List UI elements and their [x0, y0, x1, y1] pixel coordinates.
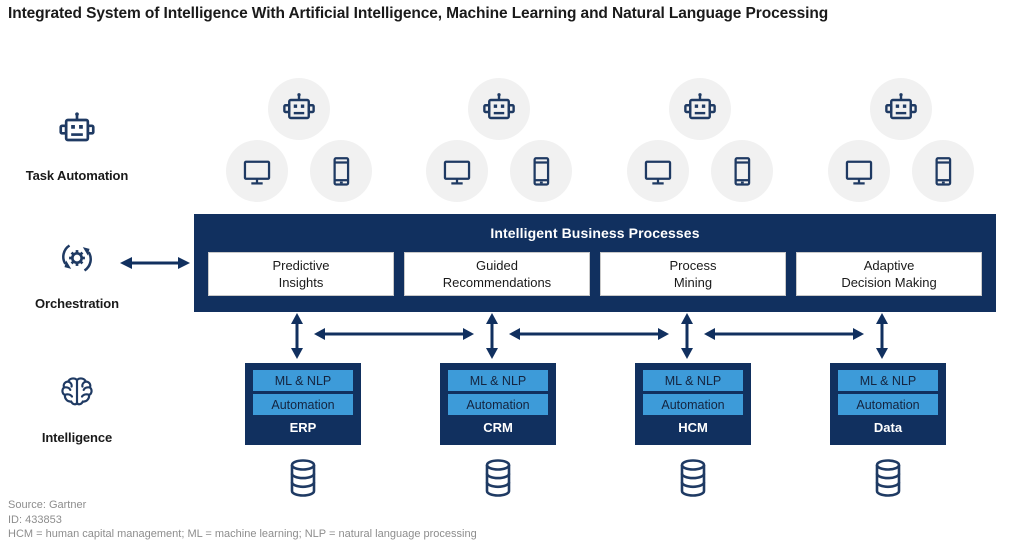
orchestration-connector-arrow	[120, 253, 190, 273]
system-name: CRM	[483, 420, 513, 435]
smartphone-icon	[510, 140, 572, 202]
robot-icon	[468, 78, 530, 140]
card-line-2: Mining	[673, 275, 713, 290]
process-card-row: Predictive Insights Guided Recommendatio…	[208, 252, 982, 296]
process-card-adaptive-decision-making[interactable]: Adaptive Decision Making	[796, 252, 982, 296]
vertical-connector-arrow	[484, 313, 500, 359]
process-card-predictive-insights[interactable]: Predictive Insights	[208, 252, 394, 296]
system-name: HCM	[678, 420, 708, 435]
row-label-orchestration: Orchestration	[0, 238, 162, 311]
system-name: ERP	[289, 420, 317, 435]
desktop-monitor-icon	[828, 140, 890, 202]
device-cluster	[820, 78, 990, 206]
vertical-connector-arrow	[874, 313, 890, 359]
chip-ml-nlp: ML & NLP	[448, 370, 548, 391]
row-label-intelligence: Intelligence	[0, 372, 162, 445]
robot-icon	[0, 110, 162, 162]
database-icon	[440, 458, 556, 498]
row-label-text: Orchestration	[35, 296, 119, 311]
intelligent-business-processes-banner: Intelligent Business Processes Predictiv…	[194, 214, 996, 312]
desktop-monitor-icon	[226, 140, 288, 202]
card-line-1: Predictive	[272, 258, 330, 273]
device-cluster	[418, 78, 588, 206]
diagram-canvas: Integrated System of Intelligence With A…	[0, 0, 1024, 547]
card-line-2: Insights	[278, 275, 324, 290]
device-cluster	[218, 78, 388, 206]
card-line-2: Decision Making	[841, 275, 937, 290]
footer-source: Source: Gartner	[8, 499, 87, 511]
smartphone-icon	[310, 140, 372, 202]
system-stack-erp[interactable]: ML & NLP Automation ERP	[245, 363, 361, 445]
desktop-monitor-icon	[426, 140, 488, 202]
card-line-1: Adaptive	[863, 258, 915, 273]
row-label-text: Intelligence	[41, 430, 113, 445]
robot-icon	[268, 78, 330, 140]
device-cluster	[619, 78, 789, 206]
footer-id: ID: 433853	[8, 513, 62, 526]
desktop-monitor-icon	[627, 140, 689, 202]
chip-automation: Automation	[253, 394, 353, 415]
banner-title: Intelligent Business Processes	[490, 225, 700, 241]
card-line-2: Recommendations	[442, 275, 552, 290]
footer: Source: Gartner ID: 433853 HCM = human c…	[8, 498, 477, 542]
robot-icon	[669, 78, 731, 140]
database-icon	[635, 458, 751, 498]
page-title: Integrated System of Intelligence With A…	[8, 5, 829, 22]
horizontal-connector-arrow	[509, 326, 669, 342]
smartphone-icon	[711, 140, 773, 202]
chip-ml-nlp: ML & NLP	[643, 370, 743, 391]
process-card-guided-recommendations[interactable]: Guided Recommendations	[404, 252, 590, 296]
vertical-connector-arrow	[679, 313, 695, 359]
system-stack-data[interactable]: ML & NLP Automation Data	[830, 363, 946, 445]
system-stack-crm[interactable]: ML & NLP Automation CRM	[440, 363, 556, 445]
database-icon	[245, 458, 361, 498]
chip-automation: Automation	[643, 394, 743, 415]
card-line-1: Guided	[476, 258, 518, 273]
chip-automation: Automation	[448, 394, 548, 415]
row-label-task-automation: Task Automation	[0, 110, 162, 183]
robot-icon	[870, 78, 932, 140]
horizontal-connector-arrow	[704, 326, 864, 342]
chip-ml-nlp: ML & NLP	[253, 370, 353, 391]
vertical-connector-arrow	[289, 313, 305, 359]
footer-legend: HCM = human capital management; ML = mac…	[8, 528, 477, 540]
system-name: Data	[873, 420, 903, 435]
chip-automation: Automation	[838, 394, 938, 415]
database-icon	[830, 458, 946, 498]
smartphone-icon	[912, 140, 974, 202]
process-card-process-mining[interactable]: Process Mining	[600, 252, 786, 296]
card-line-1: Process	[669, 258, 717, 273]
horizontal-connector-arrow	[314, 326, 474, 342]
system-stack-hcm[interactable]: ML & NLP Automation HCM	[635, 363, 751, 445]
brain-icon	[0, 372, 162, 424]
connector-arrow-band	[194, 312, 996, 360]
chip-ml-nlp: ML & NLP	[838, 370, 938, 391]
row-label-text: Task Automation	[25, 168, 129, 183]
